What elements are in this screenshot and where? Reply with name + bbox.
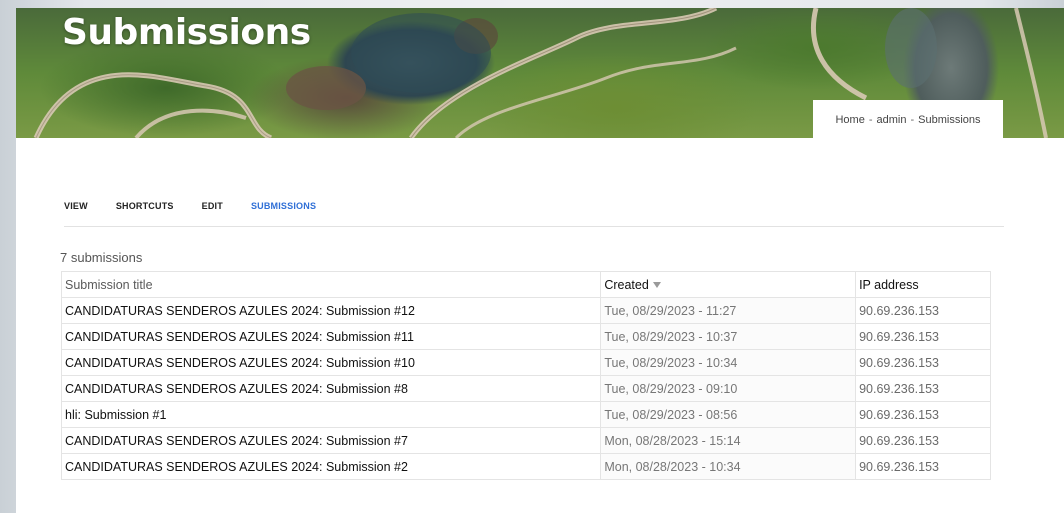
submission-title-link[interactable]: CANDIDATURAS SENDEROS AZULES 2024: Submi… [60, 297, 602, 324]
breadcrumb-separator: - [910, 114, 915, 126]
table-row[interactable]: CANDIDATURAS SENDEROS AZULES 2024: Submi… [60, 323, 991, 350]
submission-title-link[interactable]: CANDIDATURAS SENDEROS AZULES 2024: Submi… [60, 323, 602, 350]
breadcrumb-separator: - [868, 114, 873, 126]
column-header-ip-label: IP address [859, 277, 919, 292]
created-cell: Tue, 08/29/2023 - 09:10 [600, 375, 857, 402]
sort-descending-icon[interactable] [652, 282, 661, 289]
hero-banner: Submissions Home - admin - Submissions [16, 8, 1064, 138]
ip-cell: 90.69.236.153 [855, 401, 991, 428]
column-header-title-label: Submission title [65, 277, 153, 292]
breadcrumb-admin-link[interactable]: admin [877, 114, 907, 126]
created-cell: Tue, 08/29/2023 - 10:34 [600, 349, 857, 376]
page-title: Submissions [62, 12, 311, 53]
ip-cell: 90.69.236.153 [855, 297, 991, 324]
table-row[interactable]: CANDIDATURAS SENDEROS AZULES 2024: Submi… [60, 453, 991, 480]
table-row[interactable]: CANDIDATURAS SENDEROS AZULES 2024: Submi… [60, 375, 991, 402]
submission-title-link[interactable]: CANDIDATURAS SENDEROS AZULES 2024: Submi… [60, 375, 602, 402]
table-row[interactable]: CANDIDATURAS SENDEROS AZULES 2024: Submi… [60, 427, 991, 454]
submission-title-link[interactable]: CANDIDATURAS SENDEROS AZULES 2024: Submi… [60, 427, 602, 454]
column-header-title[interactable]: Submission title [60, 271, 602, 298]
breadcrumb: Home - admin - Submissions [813, 100, 1003, 138]
created-cell: Tue, 08/29/2023 - 10:37 [600, 323, 857, 350]
submission-title-link[interactable]: CANDIDATURAS SENDEROS AZULES 2024: Submi… [60, 349, 602, 376]
ip-cell: 90.69.236.153 [855, 323, 991, 350]
tab-view[interactable]: VIEW [64, 201, 88, 226]
breadcrumb-home-link[interactable]: Home [835, 114, 864, 126]
tab-shortcuts[interactable]: SHORTCUTS [116, 201, 174, 226]
submission-title-link[interactable]: CANDIDATURAS SENDEROS AZULES 2024: Submi… [60, 453, 602, 480]
ip-cell: 90.69.236.153 [855, 375, 991, 402]
created-cell: Mon, 08/28/2023 - 15:14 [600, 427, 857, 454]
ip-cell: 90.69.236.153 [855, 349, 991, 376]
tab-edit[interactable]: EDIT [202, 201, 223, 226]
submissions-count: 7 submissions [60, 250, 143, 265]
created-cell: Tue, 08/29/2023 - 08:56 [600, 401, 857, 428]
table-row[interactable]: CANDIDATURAS SENDEROS AZULES 2024: Submi… [60, 349, 991, 376]
column-header-created[interactable]: Created [600, 271, 857, 298]
column-header-created-label: Created [604, 277, 649, 292]
table-row[interactable]: hli: Submission #1 Tue, 08/29/2023 - 08:… [60, 401, 991, 428]
ip-cell: 90.69.236.153 [855, 453, 991, 480]
table-header-row: Submission title Created IP address [60, 271, 991, 298]
submission-title-link[interactable]: hli: Submission #1 [60, 401, 602, 428]
tab-submissions[interactable]: SUBMISSIONS [251, 201, 316, 226]
created-cell: Tue, 08/29/2023 - 11:27 [600, 297, 857, 324]
ip-cell: 90.69.236.153 [855, 427, 991, 454]
local-tabs: VIEW SHORTCUTS EDIT SUBMISSIONS [64, 201, 1004, 227]
breadcrumb-current: Submissions [918, 114, 981, 126]
submissions-table: Submission title Created IP address CAND… [60, 271, 991, 480]
table-row[interactable]: CANDIDATURAS SENDEROS AZULES 2024: Submi… [60, 297, 991, 324]
column-header-ip[interactable]: IP address [855, 271, 991, 298]
page: Submissions Home - admin - Submissions V… [16, 8, 1064, 513]
created-cell: Mon, 08/28/2023 - 10:34 [600, 453, 857, 480]
